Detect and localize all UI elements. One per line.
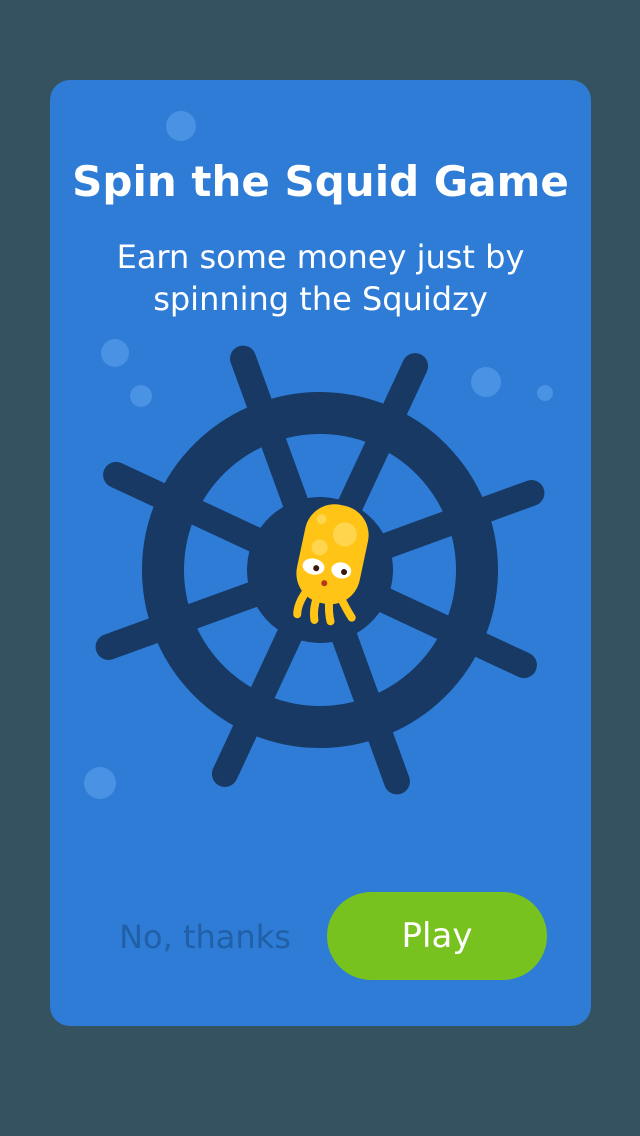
dialog-title: Spin the Squid Game [72, 157, 569, 206]
dialog-subtitle: Earn some money just by spinning the Squ… [116, 238, 525, 318]
no-thanks-button[interactable]: No, thanks [110, 912, 300, 962]
bubble-decoration [166, 111, 196, 141]
play-button[interactable]: Play [327, 892, 547, 980]
ship-wheel-icon[interactable] [90, 340, 550, 800]
spin-game-dialog: Spin the Squid Game Earn some money just… [50, 80, 591, 1026]
